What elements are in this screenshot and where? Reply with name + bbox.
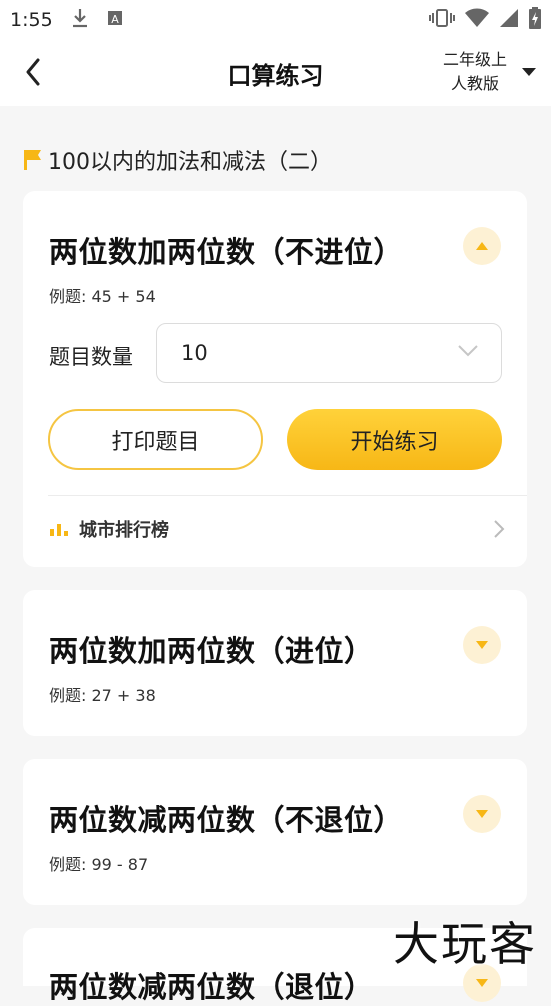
expand-button[interactable] [463,795,501,833]
card-title: 两位数减两位数（退位） [49,964,374,1006]
a-square-icon: A [107,10,123,30]
card-example: 例题: 27 + 38 [49,682,156,706]
section-heading: 100以内的加法和减法（二） [22,144,332,176]
city-ranking-label: 城市排行榜 [79,516,169,542]
caret-up-icon [475,241,489,251]
dropdown-triangle-icon [521,67,537,77]
chevron-right-icon [493,519,505,539]
start-practice-button[interactable]: 开始练习 [287,409,502,470]
exercise-card[interactable]: 两位数减两位数（不退位） 例题: 99 - 87 [23,759,527,905]
exercise-card[interactable]: 两位数加两位数（进位） 例题: 27 + 38 [23,590,527,736]
battery-icon [529,7,541,33]
card-title: 两位数减两位数（不退位） [49,797,403,839]
flag-icon [22,147,44,173]
grade-selector[interactable]: 二年级上 人教版 [443,48,537,96]
card-title: 两位数加两位数（不进位） [49,229,403,271]
question-count-label: 题目数量 [49,341,133,371]
status-time: 1:55 [10,9,53,31]
print-button[interactable]: 打印题目 [48,409,263,470]
caret-down-icon [475,978,489,988]
bar-chart-icon [49,521,69,537]
caret-down-icon [475,640,489,650]
card-title: 两位数加两位数（进位） [49,628,374,670]
svg-text:A: A [111,13,119,26]
divider [48,495,527,496]
expand-button[interactable] [463,626,501,664]
question-count-value: 10 [181,341,208,365]
app-bar: 口算练习 二年级上 人教版 [0,40,551,106]
caret-down-icon [475,809,489,819]
download-icon [71,7,89,33]
question-count-select[interactable]: 10 [156,323,502,383]
grade-label: 二年级上 [443,48,507,72]
card-example: 例题: 45 + 54 [49,283,156,307]
section-title: 100以内的加法和减法（二） [48,144,332,176]
status-bar: 1:55 A [0,0,551,40]
vibrate-icon [429,8,455,32]
city-ranking-row[interactable]: 城市排行榜 [49,513,505,545]
exercise-card: 两位数加两位数（不进位） 例题: 45 + 54 题目数量 10 打印题目 开始… [23,191,527,567]
edition-label: 人教版 [443,72,507,96]
card-example: 例题: 99 - 87 [49,851,148,875]
chevron-down-icon [457,344,479,358]
watermark: 大玩客 [393,908,537,974]
collapse-button[interactable] [463,227,501,265]
signal-icon [499,8,519,32]
wifi-icon [465,8,489,32]
